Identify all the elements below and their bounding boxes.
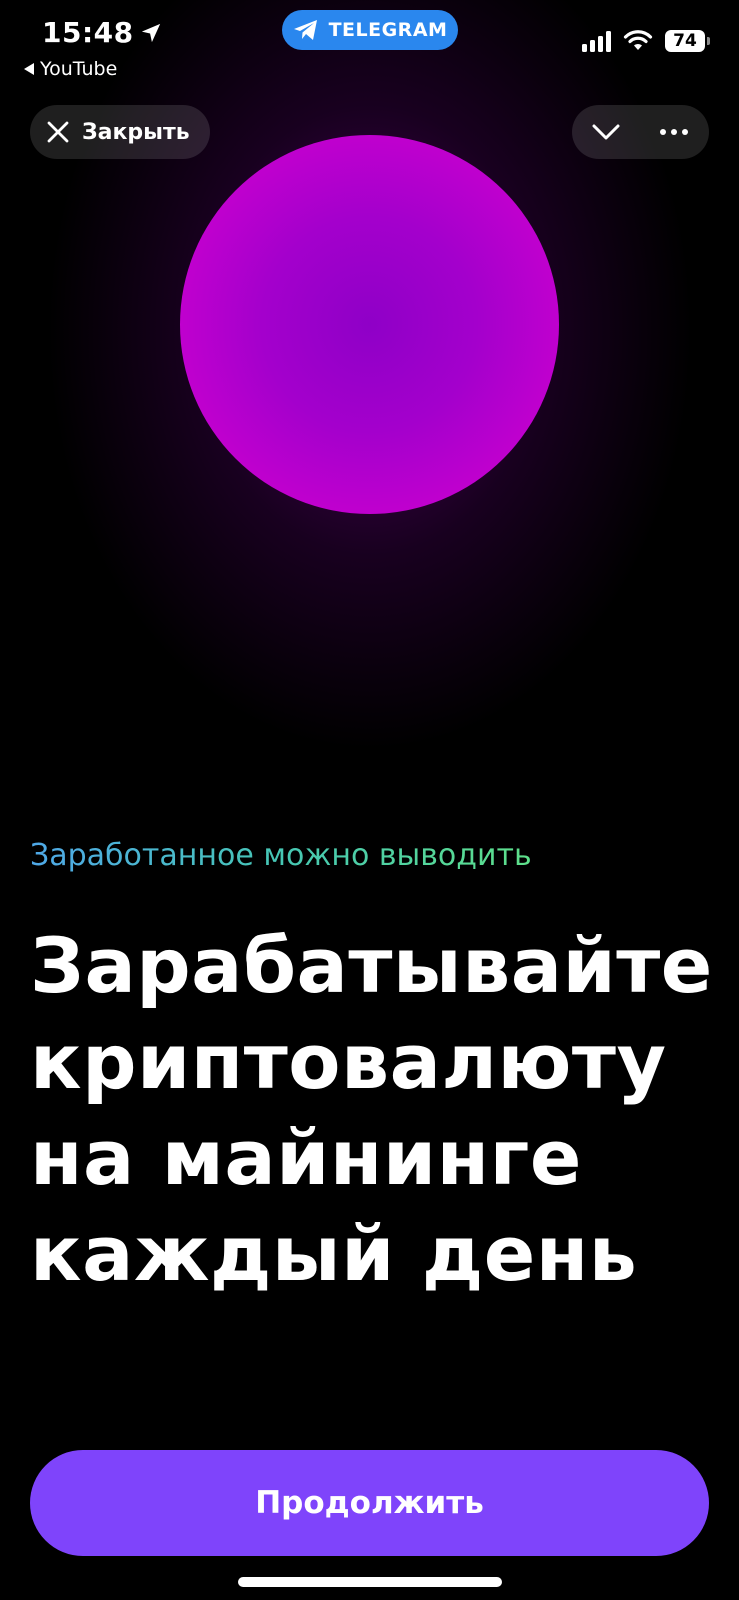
telegram-plane-icon: [293, 20, 317, 40]
headline-line-2: криптовалюту: [30, 1017, 667, 1106]
system-icons: 74: [582, 30, 710, 52]
more-options-button[interactable]: [640, 105, 708, 159]
status-time: 15:48: [42, 16, 162, 49]
more-dots-icon: [660, 129, 688, 135]
headline-line-3: на майнинге: [30, 1113, 582, 1202]
telegram-label: TELEGRAM: [328, 19, 448, 41]
chevron-down-icon: [592, 124, 620, 140]
home-indicator[interactable]: [238, 1577, 502, 1587]
back-to-app-link[interactable]: YouTube: [24, 58, 117, 80]
close-button[interactable]: Закрыть: [30, 105, 210, 159]
collapse-button[interactable]: [572, 105, 640, 159]
telegram-pill[interactable]: TELEGRAM: [282, 10, 458, 50]
subtitle: Заработанное можно выводить: [30, 838, 532, 873]
headline-line-4: каждый день: [30, 1209, 638, 1298]
headline: Зарабатывайте криптовалюту на майнинге к…: [30, 918, 720, 1302]
header-menu-group: [572, 105, 709, 159]
battery-icon: 74: [665, 30, 710, 52]
status-bar: 15:48 YouTube TELEGRAM 74: [0, 0, 739, 90]
battery-level: 74: [673, 31, 697, 51]
back-app-label: YouTube: [40, 58, 118, 80]
cellular-signal-icon: [582, 30, 611, 52]
glowing-orb-image: [180, 135, 559, 514]
app-screen: 15:48 YouTube TELEGRAM 74 Закрыть Зарабо…: [0, 0, 739, 1600]
wifi-icon: [623, 30, 653, 50]
back-triangle-icon: [24, 63, 34, 75]
location-arrow-icon: [141, 23, 160, 42]
continue-button[interactable]: Продолжить: [30, 1450, 709, 1556]
close-label: Закрыть: [82, 119, 190, 145]
close-icon: [47, 121, 69, 143]
headline-line-1: Зарабатывайте: [30, 921, 713, 1010]
status-time-text: 15:48: [42, 16, 134, 49]
